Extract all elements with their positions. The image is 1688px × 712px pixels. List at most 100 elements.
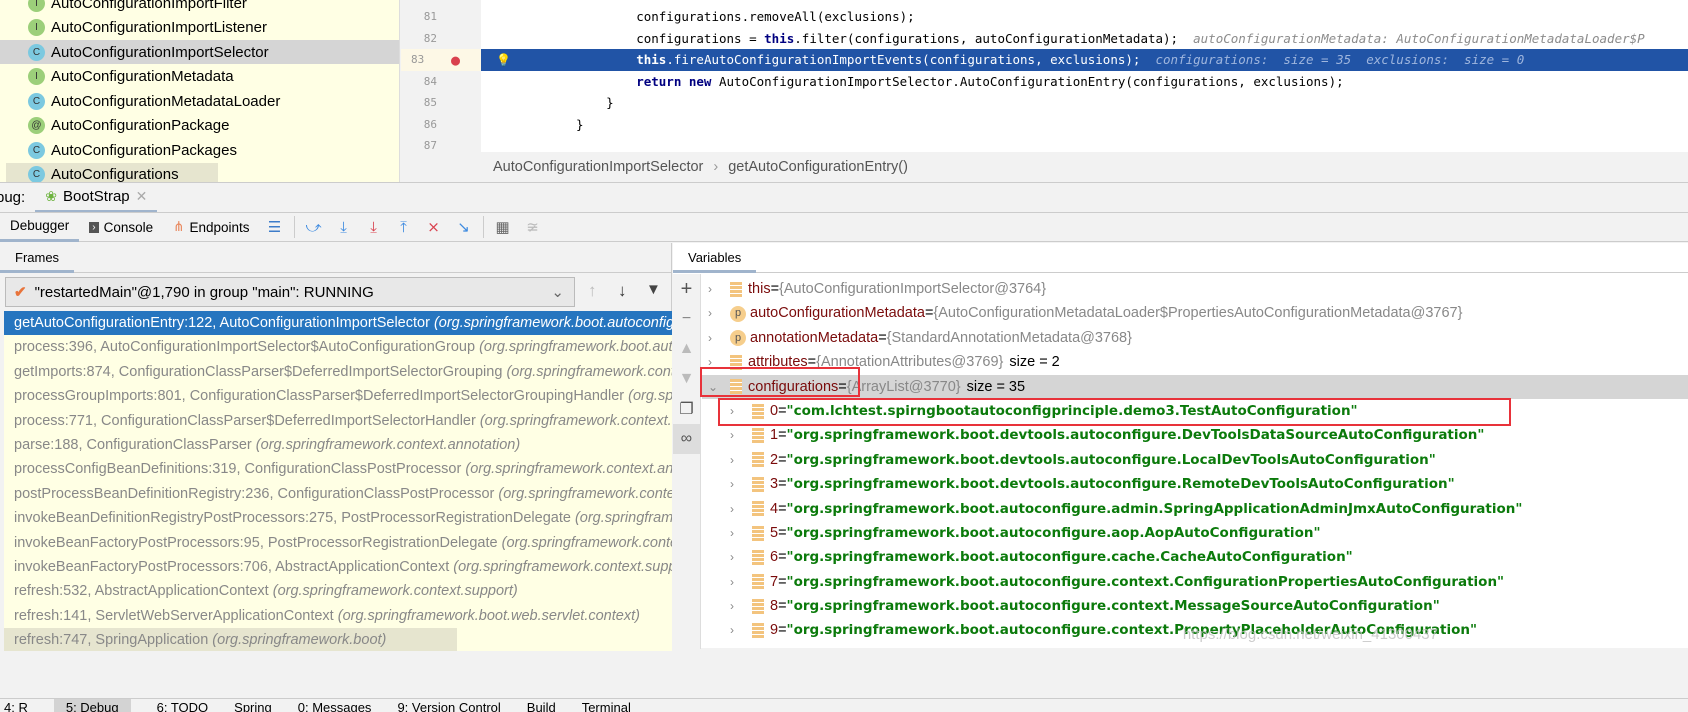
equals-sign: = (778, 524, 787, 541)
tree-item[interactable]: C AutoConfigurations (6, 162, 218, 182)
next-frame-icon[interactable]: ↓ (618, 281, 627, 301)
code-text: } (576, 92, 614, 114)
drop-frame-icon[interactable]: ⨯ (423, 216, 445, 238)
tool-window-button[interactable]: Spring (234, 699, 272, 712)
code-segment: } (576, 116, 584, 132)
tree-item-label: AutoConfigurationMetadataLoader (51, 92, 281, 110)
frame-package: (org.springframework.boot.web.servlet.co… (337, 607, 640, 624)
chevron-right-icon[interactable]: › (730, 521, 746, 545)
keyword: this (576, 52, 667, 67)
tree-item[interactable]: C AutoConfigurationMetadataLoader (0, 89, 399, 113)
close-icon[interactable]: ✕ (136, 188, 148, 205)
chevron-right-icon[interactable]: › (730, 472, 746, 496)
step-over-icon[interactable]: ⤓ (333, 216, 355, 238)
list-element-row[interactable]: › 4 = "org.springframework.boot.autoconfi… (702, 497, 1688, 521)
tool-window-button[interactable]: 5: Debug (53, 699, 131, 712)
previous-frame-icon[interactable]: ↑ (588, 281, 597, 301)
layout-menu-icon[interactable]: ☰ (264, 216, 286, 238)
tab-endpoints[interactable]: ⋔ Endpoints (163, 212, 259, 242)
element-index: 5 (770, 524, 779, 541)
intention-bulb-icon[interactable]: 💡 (496, 49, 511, 71)
tree-item[interactable]: C AutoConfigurationImportSelector (0, 40, 399, 64)
chevron-right-icon[interactable]: › (730, 570, 746, 594)
breadcrumb-class[interactable]: AutoConfigurationImportSelector (493, 159, 703, 175)
tool-window-button[interactable]: Build (527, 699, 556, 712)
session-tab-bootstrap[interactable]: ❀ BootStrap ✕ (35, 183, 158, 213)
tree-item[interactable]: @ AutoConfigurationPackage (0, 114, 399, 138)
line-number: 86 (423, 117, 437, 131)
list-element-row[interactable]: › 6 = "org.springframework.boot.autoconfi… (702, 545, 1688, 569)
code-editor[interactable]: 81 configurations.removeAll(exclusions);… (401, 0, 1688, 152)
variable-row[interactable]: › p annotationMetadata = {StandardAnnotati… (702, 326, 1688, 350)
list-element-row[interactable]: › 7 = "org.springframework.boot.autoconfi… (702, 570, 1688, 594)
tool-window-button[interactable]: 9: Version Control (397, 699, 500, 712)
frame-item[interactable]: processConfigBeanDefinitions:319, Config… (4, 457, 672, 481)
list-element-row[interactable]: › 1 = "org.springframework.boot.devtools.… (702, 423, 1688, 447)
chevron-right-icon[interactable]: › (730, 594, 746, 618)
evaluate-expression-icon[interactable]: ▦ (492, 216, 514, 238)
frame-item[interactable]: process:771, ConfigurationClassParser$De… (4, 409, 672, 433)
frame-item[interactable]: invokeBeanFactoryPostProcessors:706, Abs… (4, 555, 672, 579)
breakpoint-icon[interactable]: ● (451, 49, 460, 71)
tree-item[interactable]: I AutoConfigurationMetadata (0, 65, 399, 89)
frame-item[interactable]: processGroupImports:801, ConfigurationCl… (4, 384, 672, 408)
chevron-right-icon[interactable]: › (730, 497, 746, 521)
tool-window-button[interactable]: 6: TODO (157, 699, 209, 712)
remove-watch-icon[interactable]: − (673, 304, 700, 334)
variable-row[interactable]: › p autoConfigurationMetadata = {AutoConfi… (702, 301, 1688, 325)
frame-method: processGroupImports:801, ConfigurationCl… (14, 388, 629, 405)
add-watch-icon[interactable]: + (673, 274, 700, 304)
frame-item[interactable]: invokeBeanFactoryPostProcessors:95, Post… (4, 531, 672, 555)
tab-console[interactable]: › Console (79, 212, 163, 242)
parameter-icon: p (730, 305, 746, 322)
list-element-row[interactable]: › 5 = "org.springframework.boot.autoconfi… (702, 521, 1688, 545)
frame-item[interactable]: invokeBeanDefinitionRegistryPostProcesso… (4, 506, 672, 530)
code-segment: AutoConfigurationImportSelector.AutoConf… (711, 73, 1344, 89)
frame-item[interactable]: parse:188, ConfigurationClassParser (org… (4, 433, 672, 457)
variable-type: {AutoConfigurationImportSelector@3764} (779, 281, 1047, 297)
chevron-right-icon[interactable]: › (708, 301, 724, 325)
list-element-row[interactable]: › 2 = "org.springframework.boot.devtools.… (702, 448, 1688, 472)
list-element-row[interactable]: › 3 = "org.springframework.boot.devtools.… (702, 472, 1688, 496)
thread-selector[interactable]: ✔ "restartedMain"@1,790 in group "main":… (5, 277, 575, 307)
tree-item[interactable]: I AutoConfigurationImportFilter (0, 0, 399, 15)
chevron-right-icon[interactable]: › (708, 326, 724, 350)
frame-item[interactable]: refresh:532, AbstractApplicationContext … (4, 579, 672, 603)
frame-method: refresh:141, ServletWebServerApplication… (14, 607, 338, 624)
keyword: return new (576, 73, 712, 89)
chevron-right-icon[interactable]: › (730, 423, 746, 447)
chevron-right-icon[interactable]: › (730, 618, 746, 642)
chevron-right-icon[interactable]: › (708, 277, 724, 301)
frame-item[interactable]: refresh:141, ServletWebServerApplication… (4, 604, 672, 628)
chevron-right-icon[interactable]: › (730, 545, 746, 569)
move-down-icon[interactable]: ▼ (673, 364, 700, 394)
tab-debugger[interactable]: Debugger (0, 212, 80, 242)
frame-item[interactable]: getAutoConfigurationEntry:122, AutoConfi… (4, 311, 672, 336)
move-up-icon[interactable]: ▲ (673, 334, 700, 364)
line-number: 85 (423, 96, 437, 109)
variable-row[interactable]: › this = {AutoConfigurationImportSelector… (702, 277, 1688, 301)
tool-window-button[interactable]: 4: R (4, 699, 28, 712)
tree-item[interactable]: I AutoConfigurationImportListener (0, 16, 399, 40)
divider (293, 216, 295, 238)
tree-item[interactable]: C AutoConfigurationPackages (0, 138, 399, 162)
breadcrumb-method[interactable]: getAutoConfigurationEntry() (728, 159, 908, 175)
frame-item[interactable]: postProcessBeanDefinitionRegistry:236, C… (4, 482, 672, 506)
tool-window-button[interactable]: Terminal (582, 699, 631, 712)
step-out-icon[interactable]: ⤒ (393, 216, 415, 238)
frame-item[interactable]: getImports:874, ConfigurationClassParser… (4, 360, 672, 384)
frame-item[interactable]: process:396, AutoConfigurationImportSele… (4, 335, 672, 359)
chevron-right-icon[interactable]: › (730, 448, 746, 472)
force-step-into-icon[interactable]: ⤓ (363, 216, 385, 238)
code-text: this.fireAutoConfigurationImportEvents(c… (576, 49, 1524, 71)
run-to-cursor-icon[interactable]: ↘ (453, 216, 475, 238)
trace-icon[interactable]: ≆ (522, 216, 544, 238)
show-watches-icon[interactable]: ∞ (673, 424, 700, 454)
list-element-row[interactable]: › 8 = "org.springframework.boot.autoconfi… (702, 594, 1688, 618)
tool-window-button[interactable]: 0: Messages (298, 699, 372, 712)
copy-icon[interactable]: ❐ (673, 394, 700, 424)
frame-item[interactable]: refresh:747, SpringApplication (org.spri… (4, 628, 457, 651)
filter-icon[interactable]: ▼ (646, 281, 661, 298)
frame-method: parse:188, ConfigurationClassParser (14, 436, 256, 453)
show-execution-point-icon[interactable]: ⤻ (303, 216, 325, 238)
